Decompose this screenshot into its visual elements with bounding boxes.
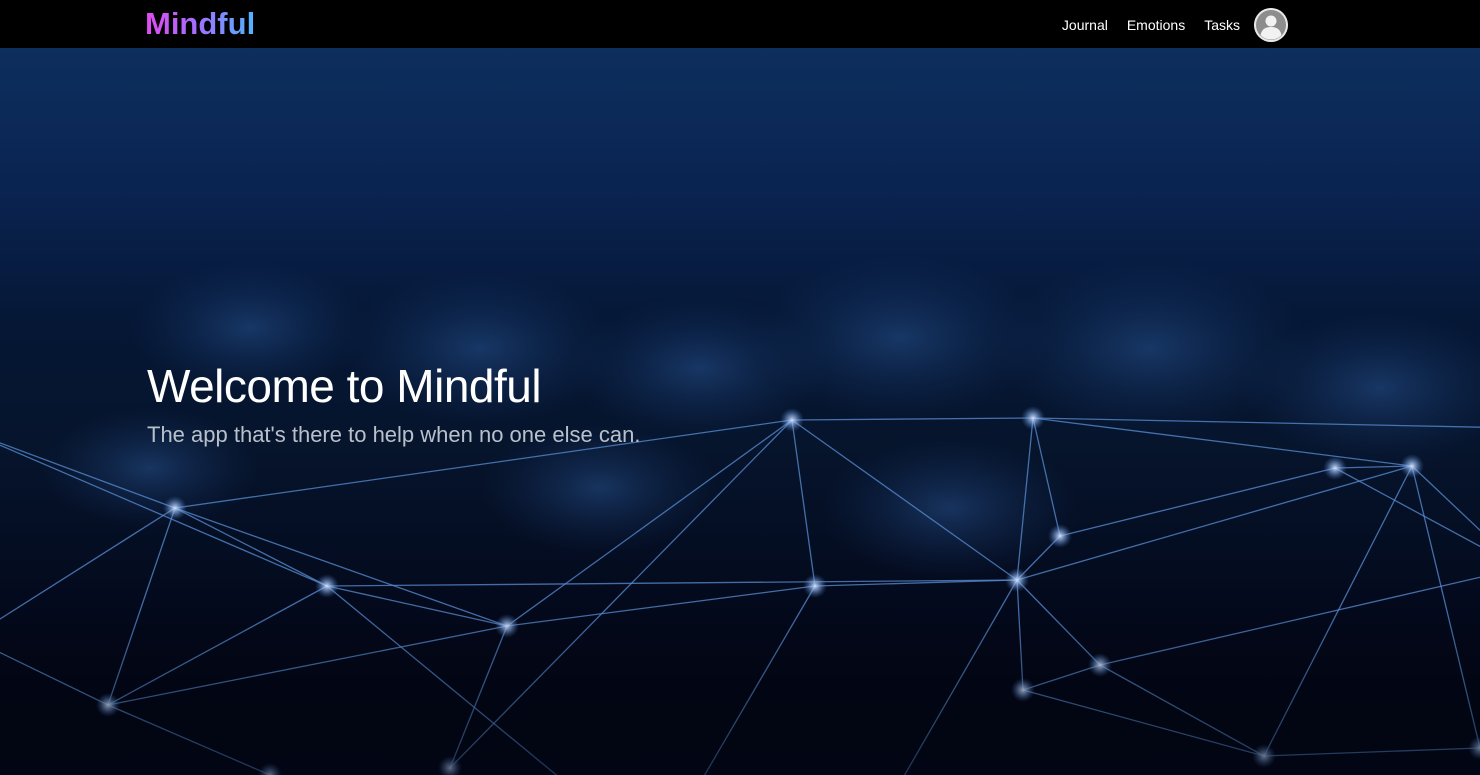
network-node xyxy=(1400,454,1424,478)
network-node xyxy=(1005,568,1029,592)
hero-subtitle: The app that's there to help when no one… xyxy=(147,422,641,447)
network-node xyxy=(163,496,187,520)
network-line xyxy=(174,507,328,587)
nav-links: Journal Emotions Tasks xyxy=(1043,8,1288,42)
haze-blob xyxy=(820,436,1080,580)
network-node xyxy=(1021,406,1045,430)
top-navbar: Mindful Journal Emotions Tasks xyxy=(0,0,1480,48)
nav-link-emotions[interactable]: Emotions xyxy=(1127,8,1185,42)
network-line xyxy=(1334,467,1480,548)
network-node xyxy=(780,408,804,432)
network-node xyxy=(803,574,827,598)
network-line xyxy=(1059,467,1336,537)
nav-link-journal[interactable]: Journal xyxy=(1062,8,1108,42)
network-line xyxy=(791,419,816,587)
network-node xyxy=(315,574,339,598)
user-avatar-button[interactable] xyxy=(1254,8,1288,42)
hero-title: Welcome to Mindful xyxy=(147,360,542,412)
hero-section: Welcome to Mindful The app that's there … xyxy=(0,48,1480,775)
brand-logo[interactable]: Mindful xyxy=(145,5,255,43)
network-node xyxy=(1323,456,1347,480)
network-node xyxy=(1048,524,1072,548)
nav-link-tasks[interactable]: Tasks xyxy=(1204,8,1240,42)
user-avatar-icon xyxy=(1254,8,1288,42)
network-line xyxy=(1411,465,1480,532)
